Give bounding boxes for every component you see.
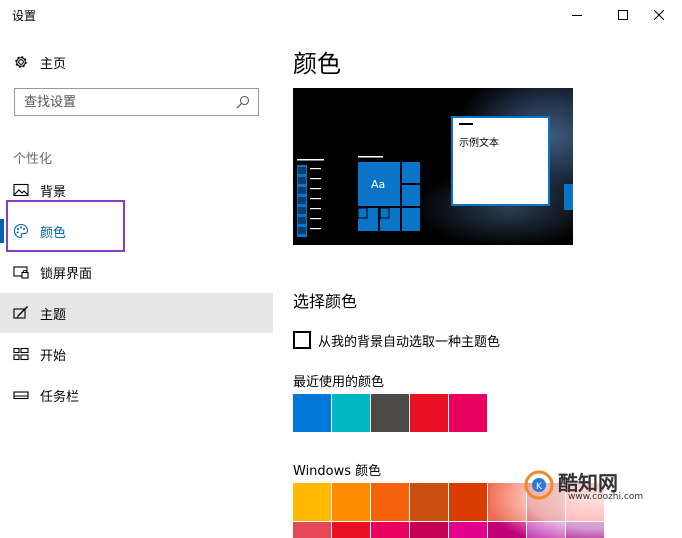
choose-color-heading: 选择颜色 xyxy=(293,292,358,311)
search-icon[interactable] xyxy=(236,95,250,109)
watermark-url: www.coozhi.com xyxy=(568,492,644,502)
preview-edge-tab xyxy=(564,184,573,210)
color-swatch[interactable] xyxy=(410,522,448,538)
selection-indicator xyxy=(0,219,4,243)
color-swatch[interactable] xyxy=(410,394,448,432)
auto-pick-checkbox[interactable] xyxy=(293,331,311,349)
sidebar-item-start[interactable]: 开始 xyxy=(0,334,273,374)
preview-sample-text: 示例文本 xyxy=(459,138,499,149)
window-title: 设置 xyxy=(12,9,37,23)
minimize-button[interactable] xyxy=(554,0,600,30)
color-swatch[interactable] xyxy=(371,394,409,432)
color-swatch[interactable] xyxy=(332,522,370,538)
preview-sample-window: 示例文本 xyxy=(451,116,550,206)
preview-tile-label: Aa xyxy=(371,178,386,191)
section-heading-personalization: 个性化 xyxy=(13,152,53,167)
recent-colors-row xyxy=(293,394,487,432)
maximize-icon xyxy=(618,10,628,20)
color-preview: Aa 示例文本 xyxy=(293,88,573,245)
lock-screen-icon xyxy=(13,266,29,279)
color-swatch[interactable] xyxy=(293,483,331,521)
page-title: 颜色 xyxy=(293,50,341,78)
theme-brush-icon xyxy=(13,306,28,319)
close-button[interactable] xyxy=(636,0,682,30)
search-box[interactable] xyxy=(14,88,259,116)
close-icon xyxy=(654,10,664,20)
color-swatch[interactable] xyxy=(332,483,370,521)
windows-colors-heading: Windows 颜色 xyxy=(293,464,382,479)
color-swatch[interactable] xyxy=(410,483,448,521)
picture-icon xyxy=(13,183,29,197)
sidebar-item-label: 任务栏 xyxy=(40,390,80,405)
sidebar-item-label: 开始 xyxy=(40,349,67,364)
gear-icon xyxy=(15,56,27,68)
color-swatch[interactable] xyxy=(371,483,409,521)
recent-colors-heading: 最近使用的颜色 xyxy=(293,375,385,390)
sidebar-item-label: 主题 xyxy=(40,308,67,323)
highlight-annotation xyxy=(6,200,125,252)
auto-pick-label: 从我的背景自动选取一种主题色 xyxy=(318,335,501,350)
preview-start-menu xyxy=(297,156,420,237)
taskbar-icon xyxy=(13,391,29,400)
color-swatch[interactable] xyxy=(449,394,487,432)
sidebar-item-label: 背景 xyxy=(40,185,67,200)
color-swatch[interactable] xyxy=(371,522,409,538)
preview-window-bar xyxy=(459,123,473,125)
watermark-logo-icon: K xyxy=(524,470,554,500)
sidebar: 主页 个性化 背景 颜色 锁屏界面 xyxy=(0,30,273,538)
sidebar-item-taskbar[interactable]: 任务栏 xyxy=(0,375,273,415)
color-swatch[interactable] xyxy=(449,522,487,538)
sidebar-item-label: 锁屏界面 xyxy=(40,267,93,282)
search-input[interactable] xyxy=(15,89,225,115)
sidebar-item-themes[interactable]: 主题 xyxy=(0,293,273,333)
color-swatch[interactable] xyxy=(293,394,331,432)
color-swatch[interactable] xyxy=(332,394,370,432)
color-swatch[interactable] xyxy=(449,483,487,521)
sidebar-item-lock-screen[interactable]: 锁屏界面 xyxy=(0,252,273,292)
minimize-icon xyxy=(572,15,582,16)
sidebar-item-label: 主页 xyxy=(40,57,67,72)
sidebar-item-home[interactable]: 主页 xyxy=(0,46,273,78)
title-bar: 设置 xyxy=(0,0,682,30)
color-swatch[interactable] xyxy=(293,522,331,538)
start-menu-icon xyxy=(13,347,29,361)
